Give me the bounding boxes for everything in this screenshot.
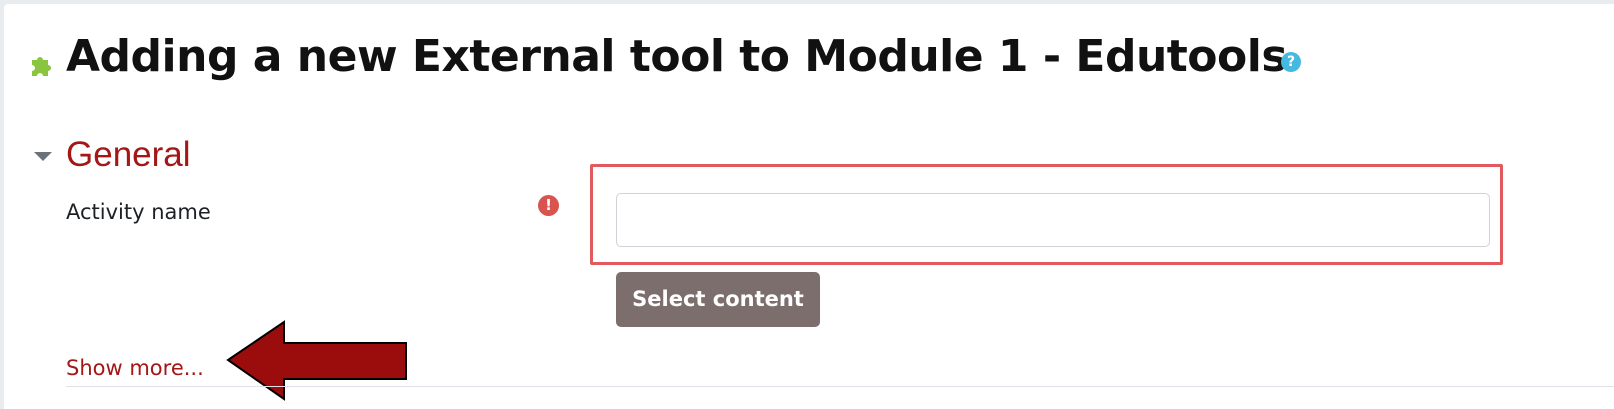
activity-name-input[interactable] <box>616 193 1490 247</box>
required-icon: ! <box>538 195 559 216</box>
select-content-button[interactable]: Select content <box>616 272 820 327</box>
section-divider <box>66 386 1614 387</box>
puzzle-piece-icon <box>32 57 51 76</box>
page-title: Adding a new External tool to Module 1 -… <box>66 31 1288 82</box>
caret-down-icon[interactable] <box>32 149 54 163</box>
activity-name-label: Activity name <box>66 200 211 224</box>
form-card: Adding a new External tool to Module 1 -… <box>4 4 1614 409</box>
callout-arrow-icon <box>226 320 407 401</box>
section-title-general[interactable]: General <box>66 132 191 178</box>
show-more-link[interactable]: Show more... <box>66 353 204 383</box>
help-icon[interactable]: ? <box>1281 52 1301 72</box>
